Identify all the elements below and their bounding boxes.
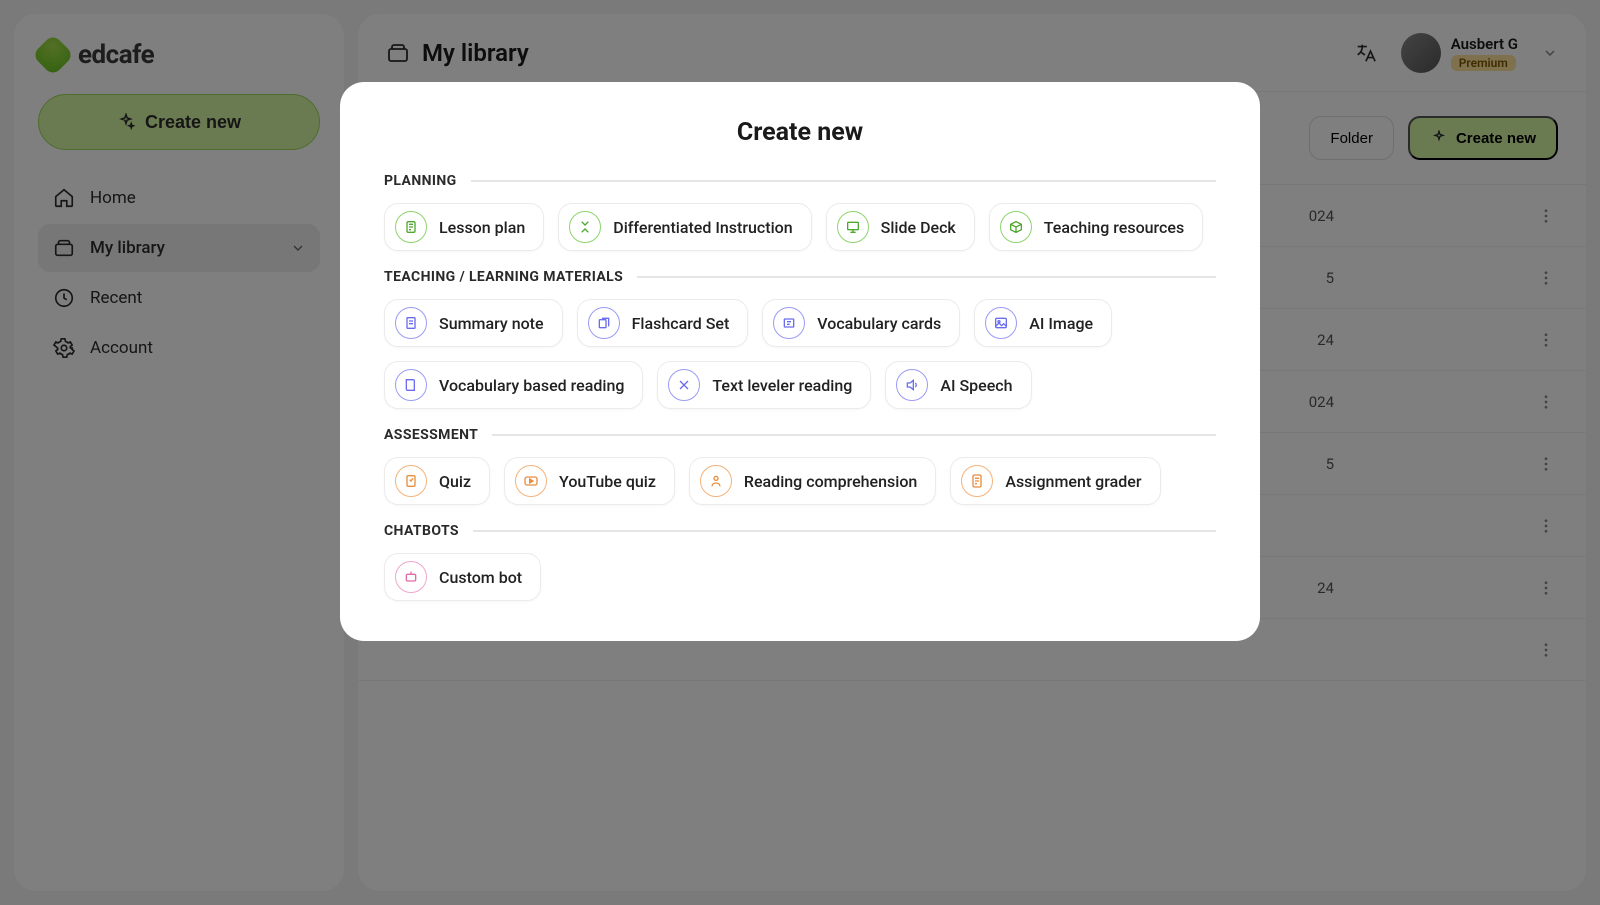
youtube-icon [515, 465, 547, 497]
speaker-icon [896, 369, 928, 401]
grader-icon [961, 465, 993, 497]
chip-custom-bot[interactable]: Custom bot [384, 553, 541, 601]
chip-summary-note[interactable]: Summary note [384, 299, 563, 347]
section-planning-head: PLANNING [384, 173, 1216, 189]
leveler-icon [668, 369, 700, 401]
split-icon [569, 211, 601, 243]
chip-quiz[interactable]: Quiz [384, 457, 490, 505]
section-assessment-head: ASSESSMENT [384, 427, 1216, 443]
cards-icon [588, 307, 620, 339]
book-icon [395, 369, 427, 401]
presentation-icon [837, 211, 869, 243]
section-teaching-head: TEACHING / LEARNING MATERIALS [384, 269, 1216, 285]
chip-vocab-reading[interactable]: Vocabulary based reading [384, 361, 643, 409]
box-icon [1000, 211, 1032, 243]
vocab-icon [773, 307, 805, 339]
chip-text-leveler[interactable]: Text leveler reading [657, 361, 871, 409]
chip-youtube-quiz[interactable]: YouTube quiz [504, 457, 675, 505]
reader-icon [700, 465, 732, 497]
note-icon [395, 307, 427, 339]
create-new-modal: Create new PLANNING Lesson plan Differen… [340, 82, 1260, 641]
quiz-icon [395, 465, 427, 497]
chip-slide-deck[interactable]: Slide Deck [826, 203, 975, 251]
chip-lesson-plan[interactable]: Lesson plan [384, 203, 544, 251]
chip-differentiated[interactable]: Differentiated Instruction [558, 203, 811, 251]
chip-ai-image[interactable]: AI Image [974, 299, 1112, 347]
bot-icon [395, 561, 427, 593]
chip-flashcard-set[interactable]: Flashcard Set [577, 299, 749, 347]
chip-reading-comp[interactable]: Reading comprehension [689, 457, 936, 505]
chip-vocabulary-cards[interactable]: Vocabulary cards [762, 299, 960, 347]
clipboard-icon [395, 211, 427, 243]
chip-ai-speech[interactable]: AI Speech [885, 361, 1031, 409]
image-icon [985, 307, 1017, 339]
chip-teaching-resources[interactable]: Teaching resources [989, 203, 1203, 251]
section-chatbots-head: CHATBOTS [384, 523, 1216, 539]
modal-title: Create new [384, 118, 1216, 147]
chip-assignment-grader[interactable]: Assignment grader [950, 457, 1160, 505]
